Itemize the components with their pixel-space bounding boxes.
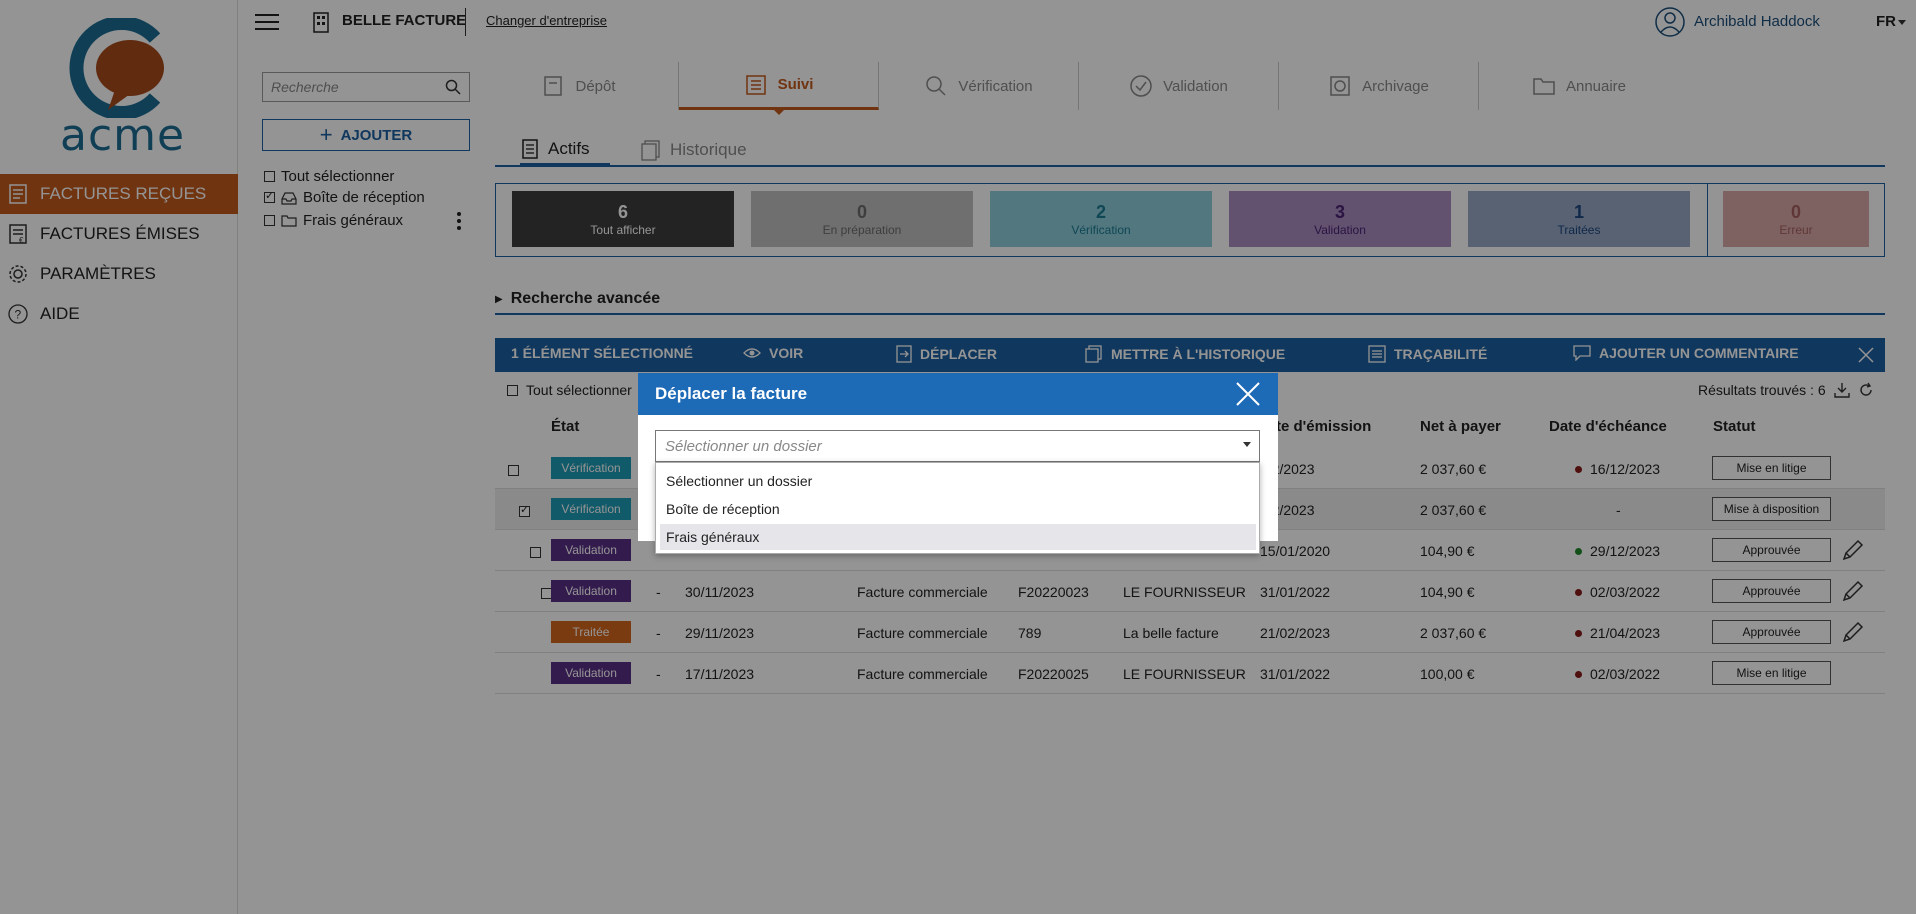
close-icon[interactable]	[1234, 380, 1262, 408]
select-placeholder: Sélectionner un dossier	[665, 437, 822, 455]
dropdown-option[interactable]: Frais généraux	[660, 524, 1256, 550]
chevron-down-icon[interactable]	[1243, 442, 1251, 447]
dropdown-option[interactable]: Boîte de réception	[660, 496, 1256, 522]
modal-title: Déplacer la facture	[638, 373, 1278, 415]
folder-select[interactable]: Sélectionner un dossier	[655, 430, 1260, 462]
dropdown-option[interactable]: Sélectionner un dossier	[660, 468, 1256, 494]
